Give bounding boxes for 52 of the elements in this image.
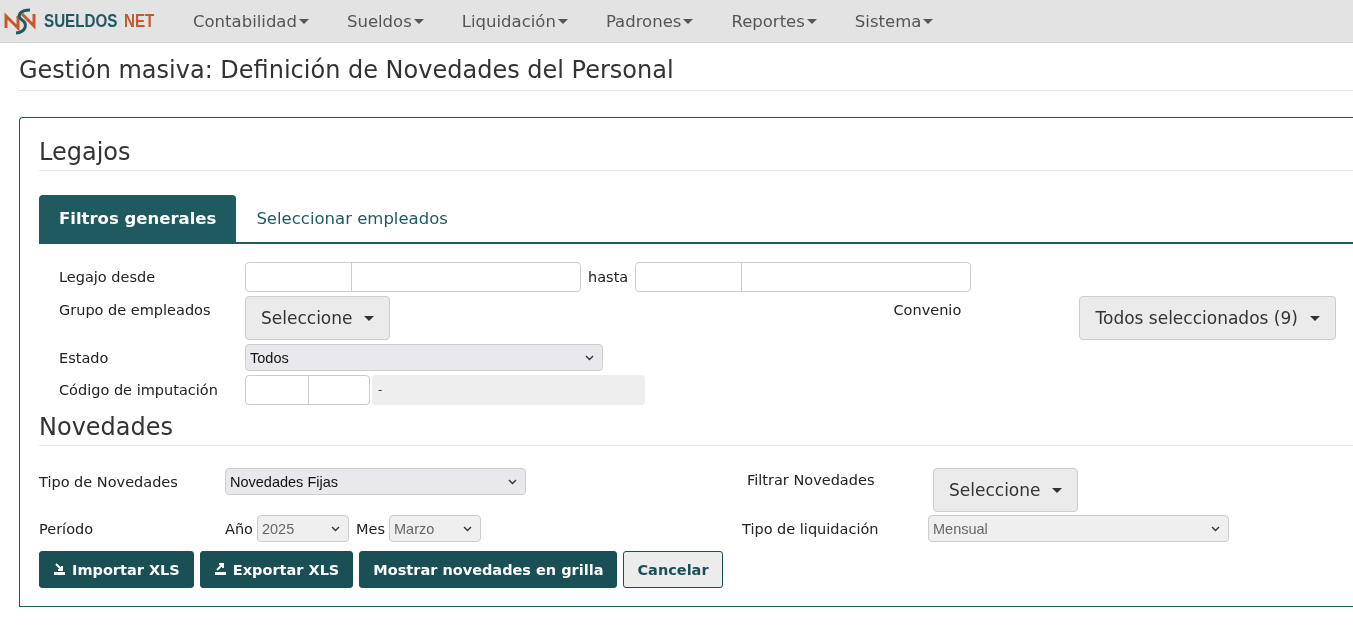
field-label: Mes	[356, 520, 385, 537]
section-heading: Legajos	[39, 138, 1353, 171]
import-button[interactable]: Importar XLS	[39, 551, 194, 588]
convenio-dropdown[interactable]: Todos seleccionados (9)	[1079, 296, 1336, 340]
caret-icon	[413, 18, 424, 24]
estado-select[interactable]: Todos	[245, 344, 603, 371]
export-icon	[213, 563, 227, 576]
tab[interactable]: Filtros generales	[39, 195, 237, 242]
field-label: Grupo de empleados	[59, 301, 212, 318]
caret-icon	[298, 18, 309, 24]
field-label: hasta	[588, 269, 629, 285]
field-label: Estado	[59, 349, 110, 366]
field-label: Filtrar Novedades	[747, 471, 876, 488]
caret-icon	[923, 18, 934, 24]
code-field[interactable]	[245, 375, 370, 405]
chevron-down-icon	[585, 354, 594, 361]
menu-item[interactable]: Sueldos	[327, 11, 443, 31]
chevron-down-icon	[331, 525, 340, 532]
chevron-down-icon	[508, 478, 517, 485]
field-label: Período	[39, 520, 95, 537]
field-label: Convenio	[893, 301, 963, 318]
logo-icon	[4, 6, 36, 36]
tipo-select[interactable]: Novedades Fijas	[225, 468, 526, 495]
cancel-button[interactable]: Cancelar	[623, 551, 723, 588]
group-dropdown[interactable]: Seleccione	[245, 296, 391, 340]
filter-dropdown[interactable]: Seleccione	[933, 468, 1079, 512]
menu-item[interactable]: Reportes	[712, 11, 836, 31]
chevron-down-icon	[1211, 525, 1220, 532]
brand-suffix: NET	[123, 10, 155, 32]
brand-name: SUELDOS	[44, 10, 118, 32]
menu-item[interactable]: Padrones	[586, 11, 713, 31]
legajo-from-field[interactable]	[245, 262, 581, 292]
section-heading: Novedades	[39, 413, 1353, 446]
menu-item[interactable]: Sistema	[835, 11, 953, 31]
tab[interactable]: Seleccionar empleados	[236, 195, 468, 242]
menu-item[interactable]: Contabilidad	[174, 11, 328, 31]
field-label: Tipo de Novedades	[39, 473, 179, 490]
field-label: Código de imputación	[59, 382, 219, 398]
field-label: Legajo desde	[59, 269, 157, 285]
code-description: -	[372, 375, 645, 405]
chevron-down-icon	[463, 525, 472, 532]
import-icon	[53, 563, 66, 576]
page-title: Gestión masiva: Definición de Novedades del Personal	[19, 43, 1353, 91]
legajo-to-field[interactable]	[635, 262, 972, 292]
show-grid-button[interactable]: Mostrar novedades en grilla	[359, 551, 618, 588]
menu-item[interactable]: Liquidación	[442, 11, 587, 31]
caret-icon	[557, 18, 568, 24]
export-button[interactable]: Exportar XLS	[199, 551, 354, 588]
caret-icon	[806, 18, 817, 24]
caret-icon	[683, 18, 694, 24]
field-label: Año	[225, 520, 253, 537]
field-label: Tipo de liquidación	[742, 520, 880, 537]
